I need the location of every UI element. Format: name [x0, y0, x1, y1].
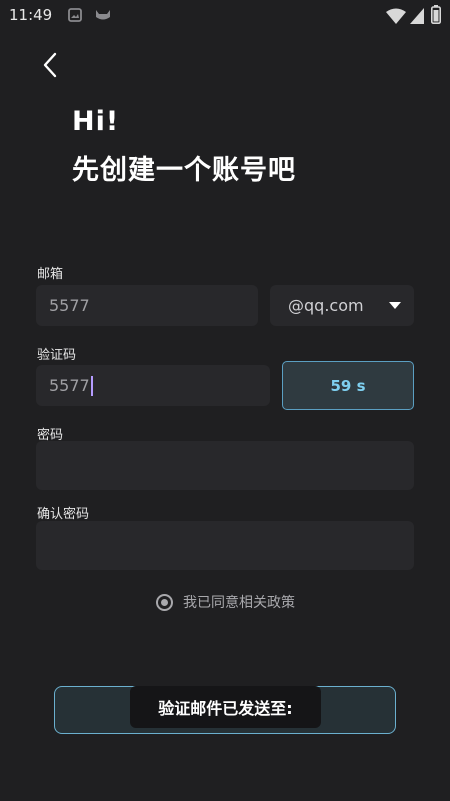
radio-checked-icon [156, 593, 173, 611]
wifi-icon [386, 8, 406, 24]
agreement-checkbox[interactable]: 我已同意相关政策 [156, 592, 295, 612]
email-domain-select[interactable]: @qq.com [270, 285, 414, 326]
notification-image-icon [68, 8, 82, 22]
email-label: 邮箱 [37, 267, 64, 282]
notification-cat-icon [96, 10, 110, 20]
status-time: 11:49 [9, 6, 53, 24]
password-input[interactable] [36, 441, 414, 490]
agreement-text: 我已同意相关政策 [183, 595, 295, 611]
confirm-password-input[interactable] [36, 521, 414, 570]
status-bar: 11:49 [0, 0, 450, 30]
email-input[interactable]: 5577 [36, 285, 258, 326]
dropdown-triangle-icon [389, 302, 401, 309]
back-button[interactable] [38, 50, 62, 80]
cellular-signal-icon [410, 8, 424, 24]
greeting-title: Hi! [72, 106, 120, 137]
code-input[interactable]: 5577 [36, 365, 270, 406]
page-subtitle: 先创建一个账号吧 [72, 155, 296, 186]
send-code-button[interactable]: 59 s [282, 361, 414, 410]
battery-icon [431, 5, 441, 24]
text-cursor [90, 375, 93, 396]
confirm-password-label: 确认密码 [37, 507, 90, 522]
email-domain-value: @qq.com [288, 296, 364, 315]
toast-message: 验证邮件已发送至: [130, 686, 321, 728]
code-input-value: 5577 [49, 376, 90, 395]
chevron-left-icon [43, 52, 57, 78]
email-input-value: 5577 [49, 296, 90, 315]
code-label: 验证码 [37, 348, 77, 363]
